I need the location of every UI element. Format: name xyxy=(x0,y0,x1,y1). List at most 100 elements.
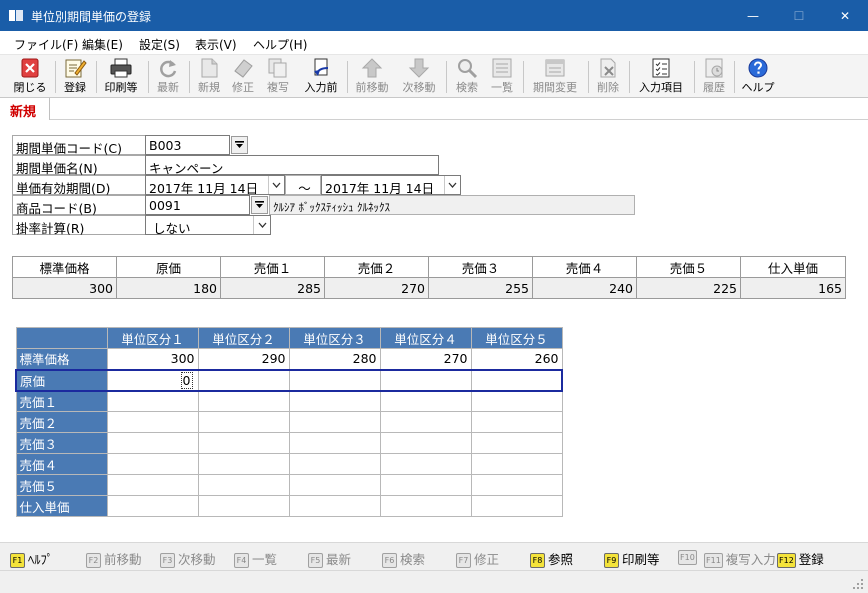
fkey-f1-help[interactable]: F1 ﾍﾙﾌﾟ xyxy=(10,549,53,568)
close-button[interactable]: ✕ xyxy=(822,0,868,31)
menu-view[interactable]: 表示(V) xyxy=(195,36,237,53)
grid-cell[interactable] xyxy=(288,432,381,454)
grid-cell[interactable]: 270 xyxy=(379,348,472,370)
input-items-button[interactable]: 入力項目 xyxy=(636,57,686,97)
minimize-button[interactable]: — xyxy=(730,0,776,31)
grid-cell[interactable] xyxy=(106,453,199,475)
grid-cell[interactable]: 260 xyxy=(470,348,563,370)
chevron-down-icon xyxy=(272,182,281,188)
grid-cell[interactable] xyxy=(470,495,563,517)
prev-button[interactable]: 前移動 xyxy=(353,57,391,97)
grid-cell[interactable] xyxy=(288,368,381,392)
modify-button[interactable]: 修正 xyxy=(229,57,257,97)
grid-row-sale1: 売価１ xyxy=(15,390,563,412)
maximize-button[interactable]: ☐ xyxy=(776,0,822,31)
grid-cell[interactable] xyxy=(197,432,290,454)
new-button[interactable]: 新規 xyxy=(195,57,223,97)
period-to-value: 2017年 11月 14日 xyxy=(325,181,435,195)
copy-button[interactable]: 複写 xyxy=(264,57,292,97)
grid-col-header: 単位区分５ xyxy=(470,327,563,349)
grid-cell[interactable] xyxy=(197,474,290,496)
fkey-f2-prev[interactable]: F2 前移動 xyxy=(86,549,142,568)
product-lookup-button[interactable] xyxy=(251,196,268,214)
grid-cell[interactable] xyxy=(106,432,199,454)
history-button[interactable]: 履歴 xyxy=(700,57,728,97)
grid-cell[interactable] xyxy=(288,390,381,412)
grid-cell[interactable] xyxy=(379,495,472,517)
grid-cell[interactable] xyxy=(379,432,472,454)
period-from-input[interactable]: 2017年 11月 14日 xyxy=(145,175,285,195)
fkey-f3-next[interactable]: F3 次移動 xyxy=(160,549,216,568)
search-button[interactable]: 検索 xyxy=(453,57,481,97)
grid-cell[interactable] xyxy=(106,474,199,496)
fkey-label: 修正 xyxy=(474,552,500,567)
grid-cell[interactable] xyxy=(470,390,563,412)
period-from-dropdown[interactable] xyxy=(268,176,284,194)
grid-cell[interactable] xyxy=(106,495,199,517)
grid-cell[interactable]: 300 xyxy=(106,348,199,370)
period-to-dropdown[interactable] xyxy=(444,176,460,194)
menu-edit[interactable]: 編集(E) xyxy=(82,36,123,53)
register-button[interactable]: 登録 xyxy=(60,57,90,97)
grid-cell-active[interactable]: 0 xyxy=(106,368,199,392)
grid-cell[interactable] xyxy=(379,453,472,475)
list-button[interactable]: 一覧 xyxy=(488,57,516,97)
grid-cell[interactable] xyxy=(470,411,563,433)
before-input-button[interactable]: 入力前 xyxy=(301,57,341,97)
next-button[interactable]: 次移動 xyxy=(400,57,438,97)
menu-settings[interactable]: 設定(S) xyxy=(139,36,180,53)
grid-cell[interactable] xyxy=(197,390,290,412)
rate-dropdown[interactable] xyxy=(253,216,270,234)
grid-cell[interactable] xyxy=(470,432,563,454)
fkey-f4-list[interactable]: F4 一覧 xyxy=(234,549,277,568)
print-button[interactable]: 印刷等 xyxy=(102,57,140,97)
grid-cell[interactable] xyxy=(379,411,472,433)
fkey-f7-modify[interactable]: F7 修正 xyxy=(456,549,500,568)
delete-button[interactable]: 削除 xyxy=(594,57,622,97)
fkey-f5-latest[interactable]: F5 最新 xyxy=(308,549,352,568)
grid-cell[interactable] xyxy=(379,390,472,412)
active-cell-value: 0 xyxy=(180,371,193,389)
grid-cell[interactable] xyxy=(288,411,381,433)
grid-cell[interactable] xyxy=(197,411,290,433)
code-lookup-button[interactable] xyxy=(231,136,248,154)
fkey-f11-copy-input[interactable]: F11 複写入力 xyxy=(704,549,776,568)
grid-cell[interactable] xyxy=(379,368,472,392)
fkey-label: 前移動 xyxy=(104,552,142,567)
close-tool-button[interactable]: 閉じる xyxy=(12,57,48,97)
fkey-f12-register[interactable]: F12 登録 xyxy=(777,549,824,568)
grid-cell[interactable] xyxy=(106,411,199,433)
fkey-f9-print[interactable]: F9 印刷等 xyxy=(604,549,660,568)
code-input[interactable]: B003 xyxy=(145,135,230,155)
product-code-input[interactable]: 0091 xyxy=(145,195,250,215)
latest-button[interactable]: 最新 xyxy=(154,57,182,97)
menu-file[interactable]: ファイル(F) xyxy=(14,36,78,53)
chevron-down-icon xyxy=(255,201,264,208)
grid-cell[interactable] xyxy=(470,453,563,475)
grid-cell[interactable]: 280 xyxy=(288,348,381,370)
search-icon xyxy=(458,59,478,79)
menu-help[interactable]: ヘルプ(H) xyxy=(253,36,307,53)
fkey-f8-reference[interactable]: F8 参照 xyxy=(530,549,573,568)
grid-cell[interactable] xyxy=(197,368,290,392)
grid-cell[interactable] xyxy=(197,495,290,517)
fkey-f6-search[interactable]: F6 検索 xyxy=(382,549,425,568)
grid-cell[interactable] xyxy=(197,453,290,475)
fkey-f10[interactable]: F10 xyxy=(678,549,700,567)
grid-cell[interactable] xyxy=(470,368,563,392)
help-button[interactable]: ヘルプ xyxy=(741,57,775,97)
grid-cell[interactable]: 290 xyxy=(197,348,290,370)
grid-cell[interactable] xyxy=(106,390,199,412)
grid-cell[interactable] xyxy=(470,474,563,496)
resize-grip-icon[interactable] xyxy=(852,578,864,590)
history-label: 履歴 xyxy=(703,81,725,94)
period-change-button[interactable]: 期間変更 xyxy=(530,57,580,97)
grid-cell[interactable] xyxy=(288,453,381,475)
grid-cell[interactable] xyxy=(288,474,381,496)
name-input[interactable]: キャンペーン xyxy=(145,155,439,175)
title-bar: 単位別期間単価の登録 — ☐ ✕ xyxy=(0,0,868,31)
grid-cell[interactable] xyxy=(288,495,381,517)
period-to-input[interactable]: 2017年 11月 14日 xyxy=(321,175,461,195)
grid-cell[interactable] xyxy=(379,474,472,496)
fkey-label: 最新 xyxy=(326,552,352,567)
